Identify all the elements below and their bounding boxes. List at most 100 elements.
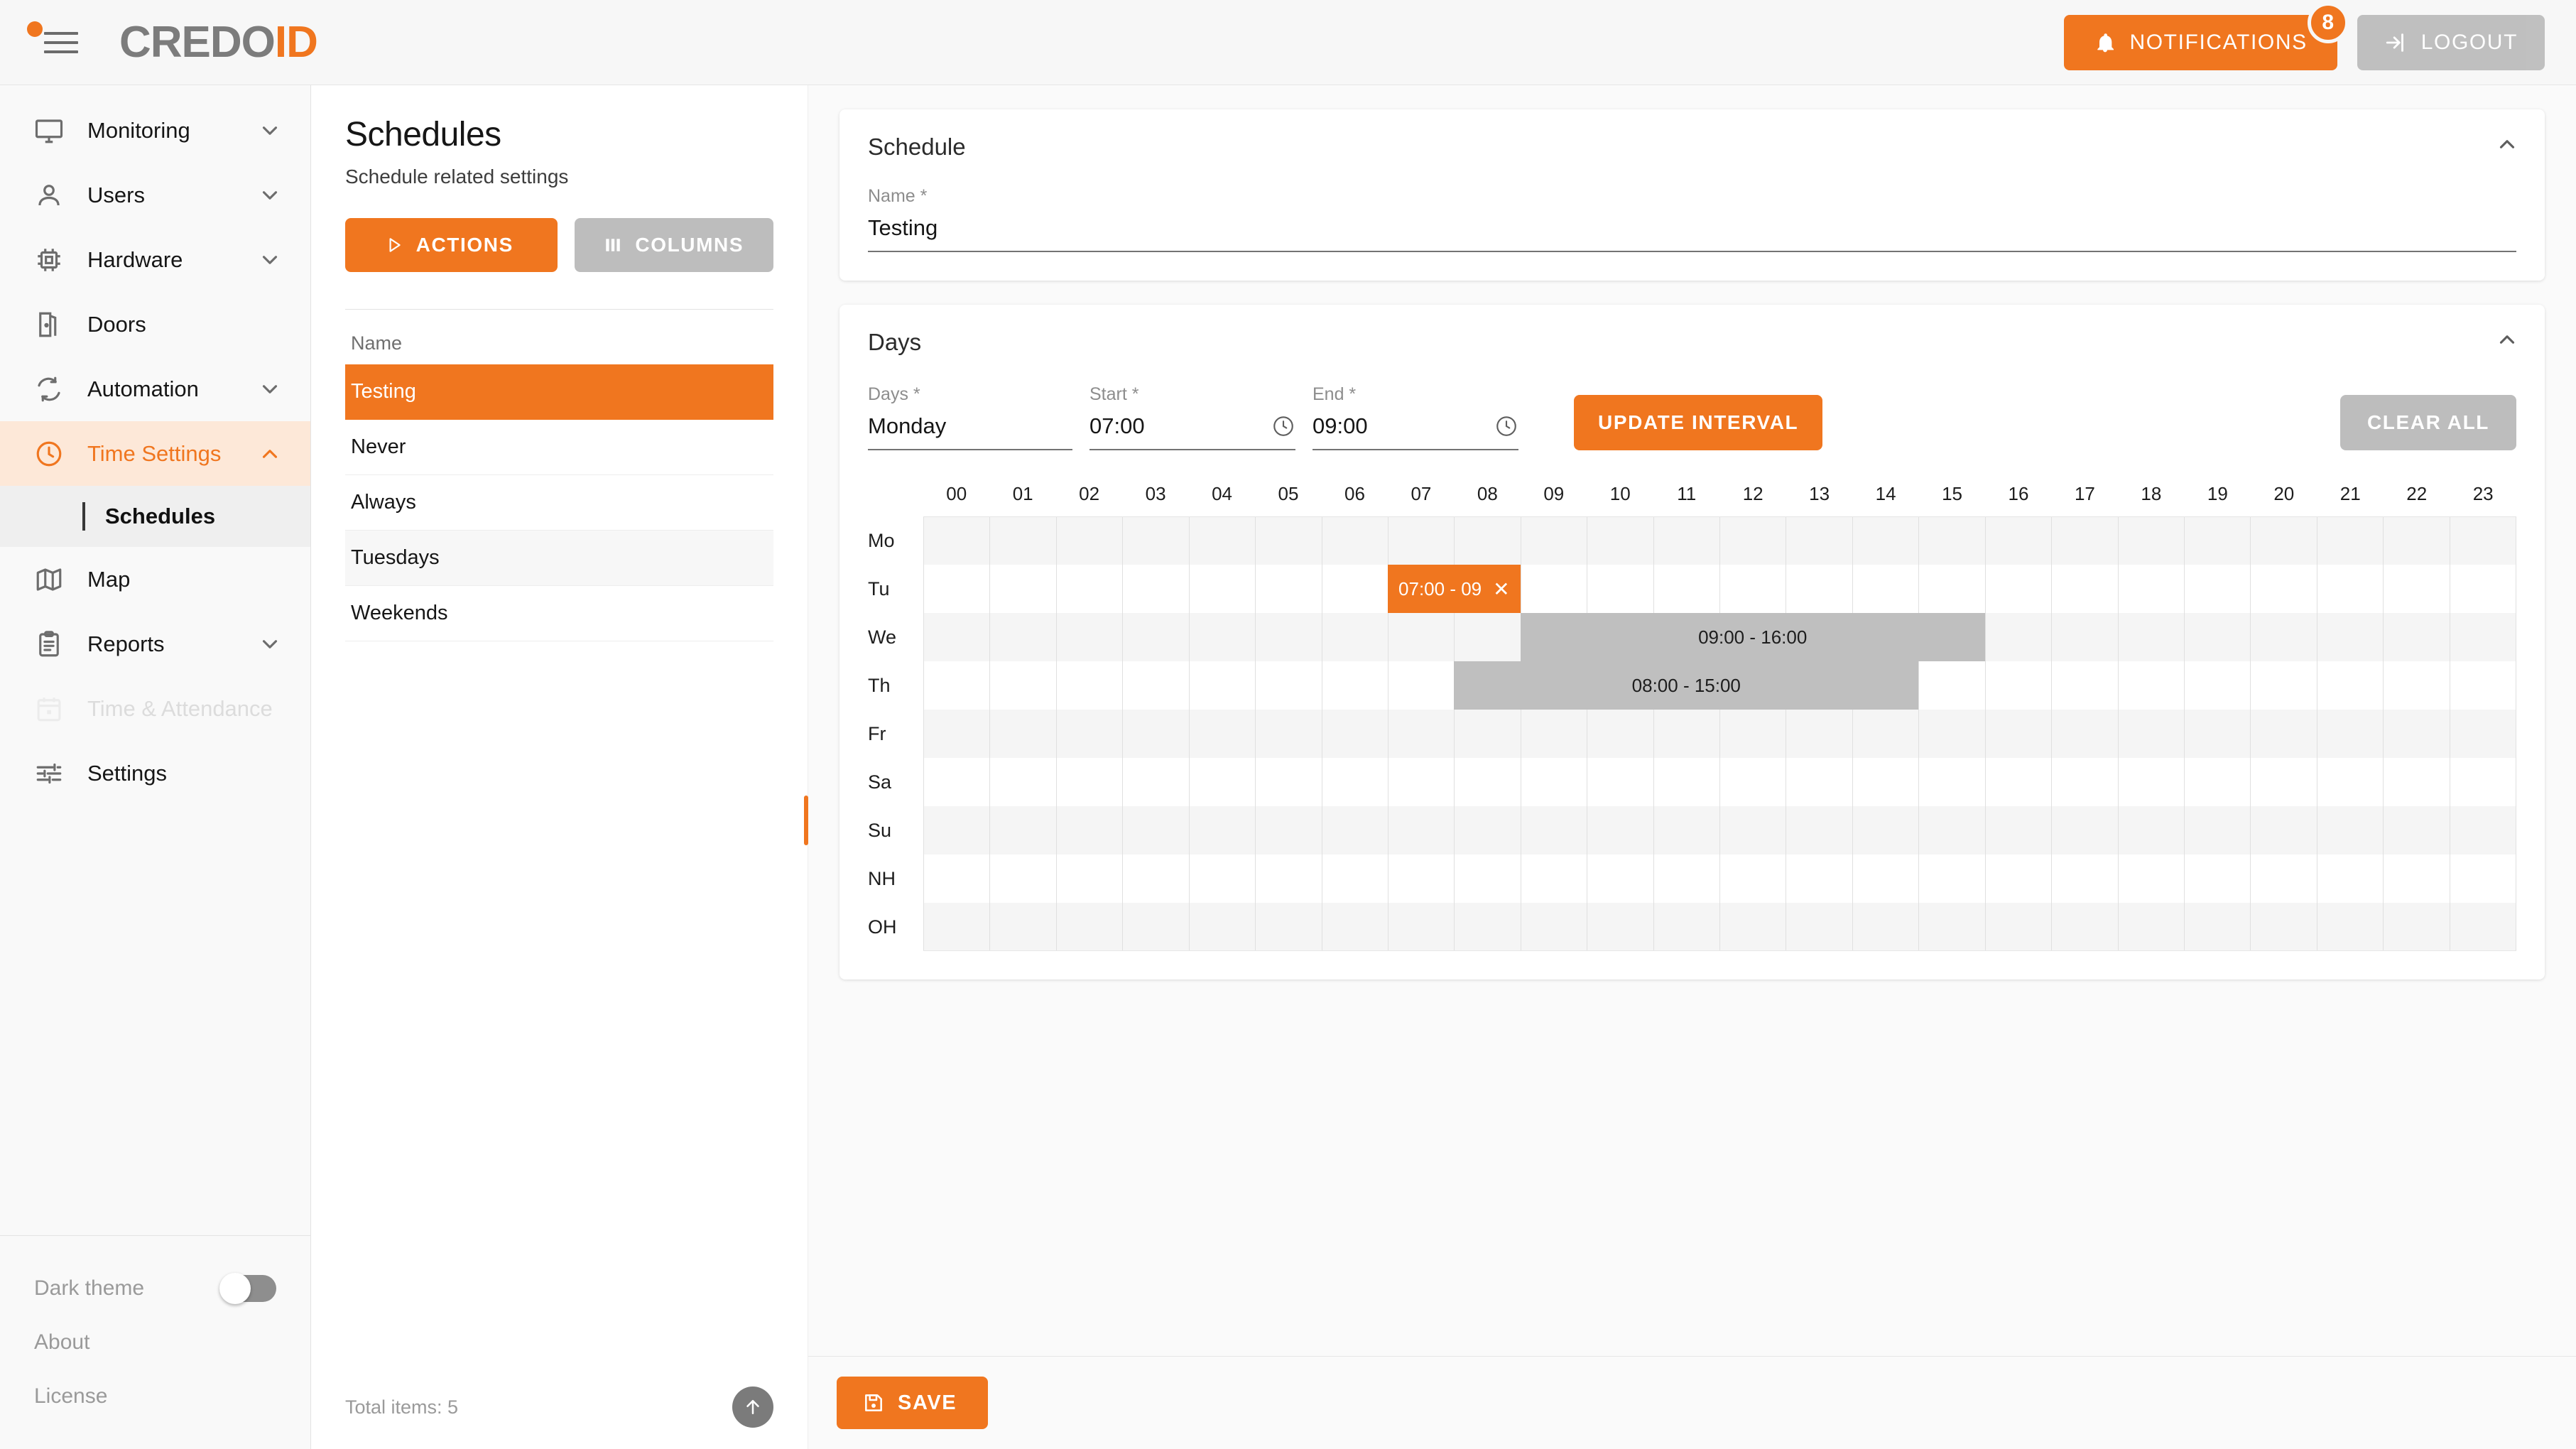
timeline-cell[interactable] <box>2449 661 2516 710</box>
timeline-cell[interactable] <box>1918 854 1984 903</box>
timeline-cell[interactable] <box>1587 758 1653 806</box>
timeline-cell[interactable] <box>1188 613 1255 661</box>
timeline-cell[interactable] <box>1255 903 1321 950</box>
timeline-cell[interactable] <box>923 661 989 710</box>
timeline-cell[interactable] <box>1719 710 1786 758</box>
timeline-cell[interactable] <box>1321 903 1388 950</box>
timeline-cell[interactable] <box>2051 565 2117 613</box>
list-item[interactable]: Never <box>345 420 773 475</box>
timeline-cell[interactable] <box>1387 710 1454 758</box>
chevron-up-icon[interactable] <box>2495 132 2519 156</box>
timeline-cell[interactable] <box>1587 710 1653 758</box>
timeline-cell[interactable] <box>2449 806 2516 854</box>
timeline-cells[interactable] <box>923 758 2516 806</box>
timeline-cell[interactable] <box>1653 710 1719 758</box>
timeline-cell[interactable] <box>2316 758 2383 806</box>
timeline-cell[interactable] <box>2117 613 2184 661</box>
timeline-cell[interactable] <box>1122 661 1188 710</box>
save-button[interactable]: SAVE <box>837 1377 989 1429</box>
timeline-cell[interactable] <box>2383 854 2449 903</box>
timeline-cell[interactable] <box>1520 806 1587 854</box>
timeline-cell[interactable] <box>1984 661 2051 710</box>
close-x-icon[interactable]: ✕ <box>1493 577 1509 601</box>
clear-all-button[interactable]: CLEAR ALL <box>2339 395 2516 450</box>
sidebar-item-map[interactable]: Map <box>0 547 310 612</box>
timeline-cell[interactable] <box>923 854 989 903</box>
end-field[interactable]: End * 09:00 <box>1313 384 1518 450</box>
timeline-interval-block[interactable]: 09:00 - 16:00 <box>1520 613 1985 661</box>
list-item[interactable]: Always <box>345 475 773 531</box>
timeline-cell[interactable] <box>1719 854 1786 903</box>
about-row[interactable]: About <box>34 1315 276 1369</box>
timeline-cell[interactable] <box>2449 565 2516 613</box>
timeline-cell[interactable] <box>2184 613 2250 661</box>
timeline-cell[interactable] <box>989 710 1055 758</box>
timeline-cells[interactable] <box>923 806 2516 854</box>
timeline-cell[interactable] <box>989 806 1055 854</box>
timeline-cell[interactable] <box>2383 903 2449 950</box>
timeline-cell[interactable] <box>923 565 989 613</box>
timeline-cell[interactable] <box>2383 758 2449 806</box>
timeline-cell[interactable] <box>1786 854 1852 903</box>
timeline-cell[interactable] <box>1387 661 1454 710</box>
timeline-cell[interactable] <box>1321 517 1388 565</box>
timeline-cell[interactable] <box>1984 758 2051 806</box>
logout-button[interactable]: LOGOUT <box>2357 14 2545 70</box>
timeline-cell[interactable] <box>1122 613 1188 661</box>
timeline-cell[interactable] <box>1321 854 1388 903</box>
timeline-cell[interactable] <box>2316 710 2383 758</box>
timeline-cell[interactable] <box>1122 517 1188 565</box>
timeline-cell[interactable] <box>2250 758 2316 806</box>
timeline-cell[interactable] <box>1653 903 1719 950</box>
timeline-cell[interactable] <box>923 613 989 661</box>
timeline-cell[interactable] <box>1719 565 1786 613</box>
timeline-cell[interactable] <box>2316 661 2383 710</box>
timeline-cell[interactable] <box>1918 517 1984 565</box>
timeline-cell[interactable] <box>1387 903 1454 950</box>
timeline-cell[interactable] <box>1387 806 1454 854</box>
timeline-cell[interactable] <box>1387 758 1454 806</box>
timeline-cell[interactable] <box>1653 517 1719 565</box>
timeline-cell[interactable] <box>1786 565 1852 613</box>
timeline-cell[interactable] <box>2051 854 2117 903</box>
scroll-to-top-button[interactable] <box>732 1386 773 1428</box>
timeline-cell[interactable] <box>923 710 989 758</box>
timeline-cell[interactable] <box>1387 613 1454 661</box>
timeline-cell[interactable] <box>2117 661 2184 710</box>
timeline-cell[interactable] <box>1454 613 1520 661</box>
timeline-cell[interactable] <box>1055 806 1122 854</box>
timeline-cell[interactable] <box>1255 565 1321 613</box>
timeline-cell[interactable] <box>1984 565 2051 613</box>
clock-icon[interactable] <box>1494 414 1518 438</box>
timeline-cell[interactable] <box>1055 565 1122 613</box>
list-item[interactable]: Testing <box>345 364 773 420</box>
timeline-cell[interactable] <box>1984 854 2051 903</box>
timeline-cell[interactable] <box>2316 613 2383 661</box>
timeline-cell[interactable] <box>2449 854 2516 903</box>
timeline-cell[interactable] <box>2449 903 2516 950</box>
timeline-cell[interactable] <box>2250 613 2316 661</box>
timeline-cell[interactable] <box>2117 517 2184 565</box>
timeline-cells[interactable] <box>923 710 2516 758</box>
sidebar-item-automation[interactable]: Automation <box>0 357 310 421</box>
timeline-cell[interactable] <box>2051 806 2117 854</box>
timeline-cell[interactable] <box>2117 710 2184 758</box>
timeline-cell[interactable] <box>1587 517 1653 565</box>
timeline-cell[interactable] <box>1321 661 1388 710</box>
timeline-cell[interactable] <box>2383 613 2449 661</box>
timeline-cell[interactable] <box>1188 806 1255 854</box>
timeline-cell[interactable] <box>2316 517 2383 565</box>
timeline-cell[interactable] <box>923 903 989 950</box>
splitter-thumb[interactable] <box>804 796 808 845</box>
timeline-cell[interactable] <box>1055 613 1122 661</box>
timeline-cell[interactable] <box>2250 565 2316 613</box>
chevron-down-icon[interactable] <box>258 183 282 207</box>
end-time-input[interactable]: 09:00 <box>1313 405 1518 450</box>
timeline-cell[interactable] <box>989 854 1055 903</box>
timeline-cell[interactable] <box>1454 710 1520 758</box>
timeline-cell[interactable] <box>1122 903 1188 950</box>
timeline-cell[interactable] <box>2051 613 2117 661</box>
timeline-cell[interactable] <box>1852 517 1918 565</box>
timeline-cell[interactable] <box>1719 903 1786 950</box>
timeline-cell[interactable] <box>1188 710 1255 758</box>
